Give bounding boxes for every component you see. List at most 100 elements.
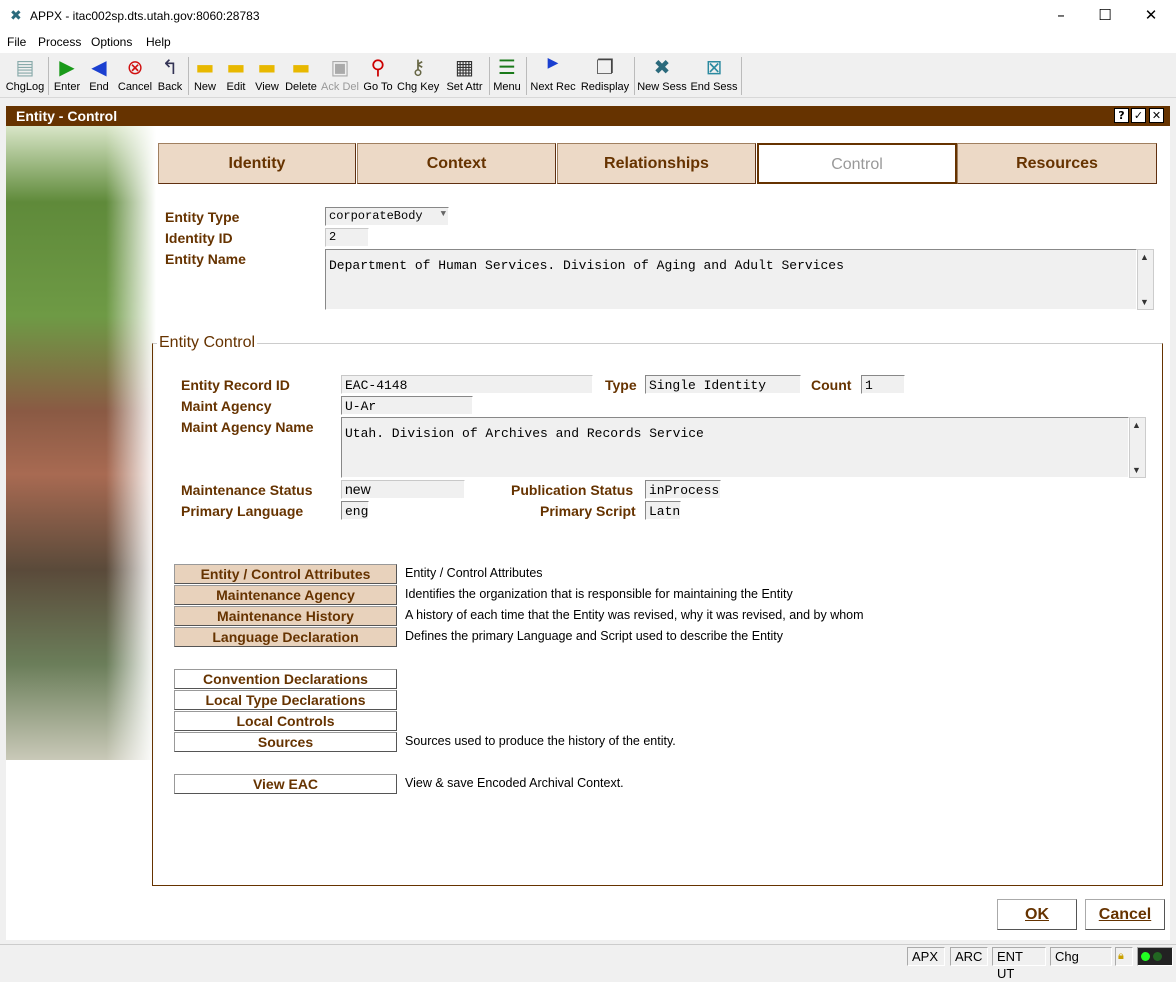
scroll-up-icon: ▲ xyxy=(1140,252,1149,262)
status-bar: APX ARC ENT UT Chg 🔒︎ xyxy=(0,944,1176,981)
form-titlebar: Entity - Control ? ✓ ✕ xyxy=(6,106,1170,126)
appx-logo-icon: ✖ xyxy=(10,8,22,24)
key-icon: ⚷ xyxy=(410,55,426,79)
building-photo xyxy=(6,126,156,760)
cancel-button[interactable]: Cancel xyxy=(1085,899,1165,930)
menu-file[interactable]: File xyxy=(7,35,26,49)
type-field[interactable]: Single Identity xyxy=(645,375,801,394)
toolbar-view-button[interactable]: ▬ View xyxy=(253,55,281,97)
toolbar-redisplay-button[interactable]: ❐ Redisplay xyxy=(580,55,630,97)
chevron-down-icon: ▼ xyxy=(440,209,446,219)
toolbar-back-button[interactable]: ↰ Back xyxy=(156,55,184,97)
tab-identity[interactable]: Identity xyxy=(158,143,356,184)
tab-relationships[interactable]: Relationships xyxy=(557,143,756,184)
maintenance-history-desc: A history of each time that the Entity w… xyxy=(405,608,864,622)
window-titlebar: ✖ APPX - itac002sp.dts.utah.gov:8060:287… xyxy=(0,0,1176,31)
status-apx: APX xyxy=(907,947,945,966)
cancel-icon: ⊗ xyxy=(126,55,144,79)
maintenance-agency-desc: Identifies the organization that is resp… xyxy=(405,587,793,601)
maint-agency-field[interactable]: U-Ar xyxy=(341,396,473,415)
form-title: Entity - Control xyxy=(16,108,118,124)
maintenance-agency-button[interactable]: Maintenance Agency xyxy=(174,585,397,605)
toolbar-end-button[interactable]: ◀ End xyxy=(86,55,112,97)
new-session-icon: ✖ xyxy=(653,55,671,79)
maint-status-label: Maintenance Status xyxy=(181,482,313,498)
confirm-button[interactable]: ✓ xyxy=(1131,108,1146,123)
language-declaration-desc: Defines the primary Language and Script … xyxy=(405,629,783,643)
record-id-field[interactable]: EAC-4148 xyxy=(341,375,593,394)
toolbar-new-button[interactable]: ▬ New xyxy=(191,55,219,97)
window-title: APPX - itac002sp.dts.utah.gov:8060:28783 xyxy=(30,9,260,23)
sources-button[interactable]: Sources xyxy=(174,732,397,752)
toolbar-endsess-button[interactable]: ⊠ End Sess xyxy=(690,55,738,97)
view-eac-button[interactable]: View EAC xyxy=(174,774,397,794)
toolbar-chgkey-button[interactable]: ⚷ Chg Key xyxy=(397,55,439,97)
new-folder-icon: ▬ xyxy=(195,55,215,79)
view-eac-desc: View & save Encoded Archival Context. xyxy=(405,776,624,790)
pub-status-field[interactable]: inProcess xyxy=(645,480,721,499)
toolbar-delete-button[interactable]: ▬ Delete xyxy=(284,55,318,97)
menu-options[interactable]: Options xyxy=(91,35,132,49)
toolbar-setattr-button[interactable]: ▦ Set Attr xyxy=(443,55,486,97)
primary-language-label: Primary Language xyxy=(181,503,304,519)
tab-control[interactable]: Control xyxy=(757,143,957,184)
next-icon: ▶ xyxy=(547,55,559,71)
scroll-down-icon: ▼ xyxy=(1140,297,1149,307)
search-icon: ⚲ xyxy=(370,55,386,79)
record-id-label: Entity Record ID xyxy=(181,377,290,393)
menu-icon: ☰ xyxy=(498,55,516,79)
view-folder-icon: ▬ xyxy=(257,55,277,79)
pub-status-label: Publication Status xyxy=(511,482,634,498)
entity-name-scrollbar[interactable]: ▲ ▼ xyxy=(1137,249,1154,310)
menu-process[interactable]: Process xyxy=(38,35,81,49)
sources-desc: Sources used to produce the history of t… xyxy=(405,734,676,748)
identity-id-field[interactable]: 2 xyxy=(325,228,369,247)
toolbar-goto-button[interactable]: ⚲ Go To xyxy=(362,55,394,97)
local-controls-button[interactable]: Local Controls xyxy=(174,711,397,731)
entity-type-label: Entity Type xyxy=(165,209,240,225)
maintenance-history-button[interactable]: Maintenance History xyxy=(174,606,397,626)
toolbar-cancel-button[interactable]: ⊗ Cancel xyxy=(116,55,154,97)
convention-declarations-button[interactable]: Convention Declarations xyxy=(174,669,397,689)
lock-icon: 🔒︎ xyxy=(1115,947,1133,966)
form-close-button[interactable]: ✕ xyxy=(1149,108,1164,123)
status-chg: Chg xyxy=(1050,947,1112,966)
toolbar-chglog-button[interactable]: ▤ ChgLog xyxy=(5,55,45,97)
entity-control-attributes-desc: Entity / Control Attributes xyxy=(405,566,543,580)
entity-type-value: corporateBody xyxy=(329,209,423,223)
toolbar-ackdel-button[interactable]: ▣ Ack Del xyxy=(321,55,359,97)
tab-resources[interactable]: Resources xyxy=(957,143,1157,184)
maint-status-field[interactable]: new xyxy=(341,480,465,499)
maint-agency-name-label: Maint Agency Name xyxy=(181,419,314,435)
minimize-button[interactable]: – xyxy=(1046,6,1076,26)
entity-control-title: Entity Control xyxy=(157,334,258,352)
ack-delete-icon: ▣ xyxy=(330,55,350,79)
help-button[interactable]: ? xyxy=(1114,108,1129,123)
ok-button[interactable]: OK xyxy=(997,899,1077,930)
changelog-icon: ▤ xyxy=(15,55,35,79)
count-field[interactable]: 1 xyxy=(861,375,905,394)
maint-agency-name-field[interactable]: Utah. Division of Archives and Records S… xyxy=(341,417,1129,478)
primary-language-field[interactable]: eng xyxy=(341,501,369,520)
primary-script-field[interactable]: Latn xyxy=(645,501,681,520)
toolbar-enter-button[interactable]: ▶ Enter xyxy=(52,55,82,97)
toolbar-nextrec-button[interactable]: ▶ Next Rec xyxy=(529,55,577,97)
end-session-icon: ⊠ xyxy=(705,55,723,79)
close-button[interactable]: ✕ xyxy=(1136,6,1166,26)
entity-control-attributes-button[interactable]: Entity / Control Attributes xyxy=(174,564,397,584)
menu-help[interactable]: Help xyxy=(146,35,171,49)
entity-type-select[interactable]: corporateBody ▼ xyxy=(325,207,449,226)
redisplay-icon: ❐ xyxy=(596,55,614,79)
maint-agency-name-scrollbar[interactable]: ▲ ▼ xyxy=(1129,417,1146,478)
toolbar-edit-button[interactable]: ▬ Edit xyxy=(222,55,250,97)
tab-context[interactable]: Context xyxy=(357,143,556,184)
maint-agency-label: Maint Agency xyxy=(181,398,272,414)
local-type-declarations-button[interactable]: Local Type Declarations xyxy=(174,690,397,710)
identity-id-label: Identity ID xyxy=(165,230,233,246)
menu-bar: File Process Options Help xyxy=(0,31,1176,53)
toolbar-newsess-button[interactable]: ✖ New Sess xyxy=(637,55,687,97)
toolbar-menu-button[interactable]: ☰ Menu xyxy=(492,55,522,97)
maximize-button[interactable]: ☐ xyxy=(1090,6,1120,26)
entity-name-field[interactable]: Department of Human Services. Division o… xyxy=(325,249,1137,310)
language-declaration-button[interactable]: Language Declaration xyxy=(174,627,397,647)
